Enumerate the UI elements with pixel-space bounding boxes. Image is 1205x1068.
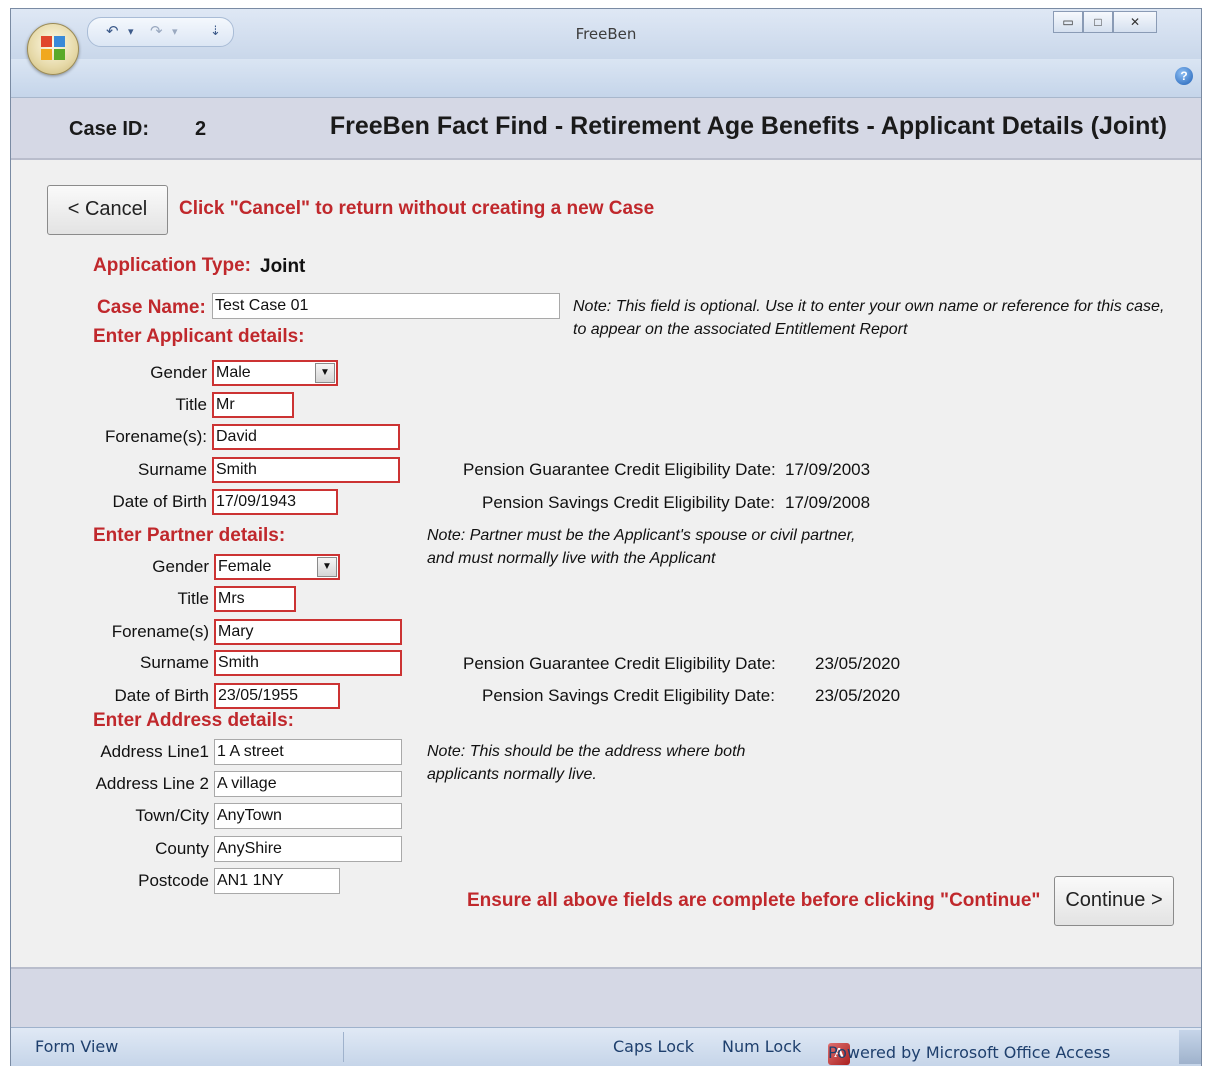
help-icon[interactable]: ? bbox=[1175, 67, 1193, 85]
form-footer bbox=[11, 967, 1201, 1027]
status-view: Form View bbox=[35, 1037, 119, 1056]
continue-button[interactable]: Continue > bbox=[1054, 876, 1174, 926]
partner-title-label: Title bbox=[177, 589, 210, 608]
applicant-surname-label: Surname bbox=[138, 460, 207, 479]
applicant-gender-select[interactable]: Male ▼ bbox=[212, 360, 338, 386]
case-id-label: Case ID: bbox=[69, 118, 150, 140]
minimize-button[interactable]: ▭ bbox=[1053, 11, 1083, 33]
office-logo-icon bbox=[41, 36, 65, 60]
partner-pgc-label: Pension Guarantee Credit Eligibility Dat… bbox=[463, 654, 776, 673]
town-label: Town/City bbox=[135, 806, 209, 825]
continue-hint: Ensure all above fields are complete bef… bbox=[467, 890, 1041, 911]
address-line1-input[interactable]: 1 A street bbox=[214, 739, 402, 765]
partner-surname-label: Surname bbox=[140, 653, 209, 672]
address-line1-label: Address Line1 bbox=[100, 742, 209, 761]
town-input[interactable]: AnyTown bbox=[214, 803, 402, 829]
partner-title-input[interactable]: Mrs bbox=[214, 586, 296, 612]
partner-surname-input[interactable]: Smith bbox=[214, 650, 402, 676]
status-num-lock: Num Lock bbox=[722, 1037, 802, 1056]
applicant-surname-input[interactable]: Smith bbox=[212, 457, 400, 483]
applicant-pgc-label: Pension Guarantee Credit Eligibility Dat… bbox=[463, 460, 776, 479]
address-heading: Enter Address details: bbox=[93, 710, 294, 731]
cancel-button[interactable]: < Cancel bbox=[47, 185, 168, 235]
form-header: Case ID: 2 FreeBen Fact Find - Retiremen… bbox=[11, 98, 1201, 160]
partner-dob-label: Date of Birth bbox=[114, 686, 210, 705]
chevron-down-icon[interactable]: ▼ bbox=[315, 363, 335, 383]
partner-heading: Enter Partner details: bbox=[93, 525, 286, 546]
ribbon-strip: ? bbox=[11, 59, 1201, 98]
postcode-label: Postcode bbox=[138, 871, 209, 890]
applicant-title-label: Title bbox=[175, 395, 208, 414]
applicant-gender-value: Male bbox=[216, 364, 251, 381]
cancel-hint: Click "Cancel" to return without creatin… bbox=[179, 198, 655, 219]
partner-gender-select[interactable]: Female ▼ bbox=[214, 554, 340, 580]
office-button[interactable] bbox=[27, 23, 79, 75]
maximize-button[interactable]: □ bbox=[1083, 11, 1113, 33]
applicant-title-input[interactable]: Mr bbox=[212, 392, 294, 418]
partner-note: Note: Partner must be the Applicant's sp… bbox=[427, 527, 856, 567]
applicant-psc-label: Pension Savings Credit Eligibility Date: bbox=[482, 493, 775, 512]
applicant-gender-label: Gender bbox=[150, 363, 207, 382]
partner-forename-label: Forename(s) bbox=[111, 622, 209, 641]
address-note: Note: This should be the address where b… bbox=[427, 743, 746, 783]
chevron-down-icon[interactable]: ▼ bbox=[317, 557, 337, 577]
partner-pgc-value: 23/05/2020 bbox=[815, 654, 901, 673]
applicant-forename-input[interactable]: David bbox=[212, 424, 400, 450]
powered-by-text: Powered by Microsoft Office Access bbox=[828, 1043, 1111, 1062]
application-type-value: Joint bbox=[260, 256, 306, 277]
partner-psc-label: Pension Savings Credit Eligibility Date: bbox=[482, 686, 775, 705]
case-name-input[interactable]: Test Case 01 bbox=[212, 293, 560, 319]
county-input[interactable]: AnyShire bbox=[214, 836, 402, 862]
partner-gender-value: Female bbox=[218, 558, 272, 575]
case-name-note: Note: This field is optional. Use it to … bbox=[573, 298, 1165, 338]
case-id-value: 2 bbox=[195, 118, 207, 140]
partner-gender-label: Gender bbox=[152, 557, 209, 576]
status-caps-lock: Caps Lock bbox=[613, 1037, 695, 1056]
applicant-pgc-value: 17/09/2003 bbox=[785, 460, 871, 479]
applicant-psc-value: 17/09/2008 bbox=[785, 493, 871, 512]
title-bar: ↶ ▾ ↷ ▾ ⇣ FreeBen ▭ □ ✕ bbox=[11, 9, 1201, 59]
application-type-label: Application Type: bbox=[93, 255, 251, 276]
applicant-forename-label: Forename(s): bbox=[104, 427, 207, 446]
county-label: County bbox=[155, 839, 209, 858]
postcode-input[interactable]: AN1 1NY bbox=[214, 868, 340, 894]
applicant-dob-input[interactable]: 17/09/1943 bbox=[212, 489, 338, 515]
status-bar: Form View Caps Lock Num Lock A Powered by… bbox=[11, 1027, 1201, 1066]
address-line2-input[interactable]: A village bbox=[214, 771, 402, 797]
partner-forename-input[interactable]: Mary bbox=[214, 619, 402, 645]
partner-psc-value: 23/05/2020 bbox=[815, 686, 901, 705]
address-line2-label: Address Line 2 bbox=[95, 774, 209, 793]
close-button[interactable]: ✕ bbox=[1113, 11, 1157, 33]
page-title: FreeBen Fact Find - Retirement Age Benef… bbox=[329, 112, 1167, 140]
partner-dob-input[interactable]: 23/05/1955 bbox=[214, 683, 340, 709]
resize-grip[interactable] bbox=[1179, 1030, 1201, 1064]
case-name-label: Case Name: bbox=[97, 297, 206, 318]
applicant-dob-label: Date of Birth bbox=[112, 492, 208, 511]
applicant-heading: Enter Applicant details: bbox=[93, 326, 305, 347]
access-window: ↶ ▾ ↷ ▾ ⇣ FreeBen ▭ □ ✕ ? Case ID: 2 Fre… bbox=[10, 8, 1202, 1066]
window-title: FreeBen bbox=[575, 25, 637, 43]
